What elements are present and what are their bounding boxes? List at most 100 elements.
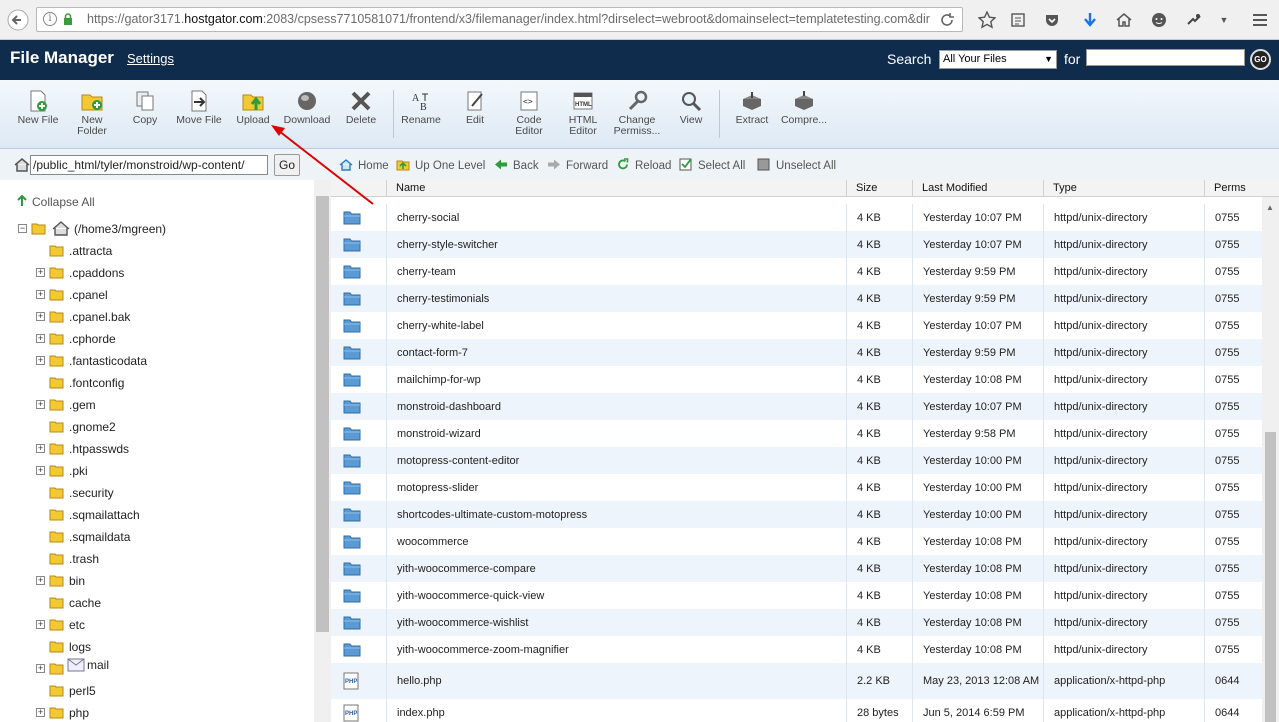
upload-button[interactable]: Upload — [227, 88, 279, 126]
table-row[interactable]: yith-woocommerce-quick-view 4 KB Yesterday… — [331, 582, 1262, 609]
table-row[interactable]: cherry-testimonials 4 KB Yesterday 9:59 PM… — [331, 285, 1262, 312]
menu-hamburger-icon[interactable] — [1248, 8, 1272, 32]
expand-toggle-icon[interactable]: + — [36, 620, 45, 629]
copy-button[interactable]: Copy — [119, 88, 171, 126]
file-name-cell[interactable]: yith-woocommerce-zoom-magnifier — [387, 636, 847, 663]
expand-toggle-icon[interactable]: + — [36, 290, 45, 299]
table-row[interactable]: contact-form-7 4 KB Yesterday 9:59 PM httpd… — [331, 339, 1262, 366]
download-arrow-icon[interactable] — [1078, 8, 1102, 32]
path-go-button[interactable]: Go — [274, 154, 300, 176]
move-file-button[interactable]: Move File — [173, 88, 225, 126]
edit-button[interactable]: Edit — [449, 88, 501, 126]
table-row[interactable]: monstroid-wizard 4 KB Yesterday 9:58 PM htt… — [331, 420, 1262, 447]
expand-toggle-icon[interactable]: + — [36, 444, 45, 453]
view-button[interactable]: View — [665, 88, 717, 126]
col-type-header[interactable]: Type — [1044, 180, 1205, 197]
col-name-header[interactable]: Name — [387, 180, 847, 197]
new-file-button[interactable]: New File — [12, 88, 64, 126]
html-editor-button[interactable]: HTML HTML Editor — [557, 88, 609, 137]
search-scope-select[interactable]: All Your Files ▼ — [939, 50, 1057, 69]
file-name-cell[interactable]: yith-woocommerce-compare — [387, 555, 847, 582]
file-name-cell[interactable]: index.php — [387, 699, 847, 722]
table-row[interactable]: PHP hello.php 2.2 KB May 23, 2013 12:08 AM a… — [331, 663, 1262, 699]
col-modified-header[interactable]: Last Modified — [913, 180, 1044, 197]
file-name-cell[interactable]: shortcodes-ultimate-custom-motopress — [387, 501, 847, 528]
file-name-cell[interactable]: cherry-style-switcher — [387, 231, 847, 258]
file-name-cell[interactable]: yith-woocommerce-quick-view — [387, 582, 847, 609]
file-name-cell[interactable]: monstroid-dashboard — [387, 393, 847, 420]
chat-icon[interactable] — [1147, 8, 1171, 32]
bookmark-star-icon[interactable] — [975, 8, 999, 32]
table-row[interactable]: cherry-social 4 KB Yesterday 10:07 PM httpd… — [331, 204, 1262, 231]
table-row[interactable]: PHP index.php 28 bytes Jun 5, 2014 6:59 PM a… — [331, 699, 1262, 722]
file-name-cell[interactable]: woocommerce — [387, 528, 847, 555]
file-name-cell[interactable]: cherry-white-label — [387, 312, 847, 339]
file-name-cell[interactable]: mailchimp-for-wp — [387, 366, 847, 393]
table-row[interactable]: shortcodes-ultimate-custom-motopress 4 KB… — [331, 501, 1262, 528]
table-row[interactable]: cherry-team 4 KB Yesterday 9:59 PM httpd/un… — [331, 258, 1262, 285]
file-name-cell[interactable]: monstroid-wizard — [387, 420, 847, 447]
code-editor-button[interactable]: <> Code Editor — [503, 88, 555, 137]
extract-button[interactable]: Extract — [726, 88, 778, 126]
table-row[interactable]: yith-woocommerce-wishlist 4 KB Yesterday 1… — [331, 609, 1262, 636]
table-row[interactable]: yith-woocommerce-compare 4 KB Yesterday 10… — [331, 555, 1262, 582]
tree-scrollbar-thumb[interactable] — [316, 196, 329, 632]
file-name-cell[interactable]: motopress-slider — [387, 474, 847, 501]
scroll-up-icon[interactable]: ▲ — [1266, 203, 1274, 212]
grid-scrollbar[interactable]: ▲ — [1262, 197, 1279, 722]
nav-back-button[interactable]: Back — [494, 158, 539, 172]
nav-home-button[interactable]: Home — [339, 158, 389, 172]
grid-scrollbar-thumb[interactable] — [1265, 432, 1276, 722]
collapse-toggle-icon[interactable]: − — [18, 224, 27, 233]
expand-toggle-icon[interactable]: + — [36, 466, 45, 475]
address-bar[interactable]: i https://gator3171.hostgator.com:2083/c… — [36, 7, 963, 32]
expand-toggle-icon[interactable]: + — [36, 708, 45, 717]
search-input[interactable] — [1086, 49, 1245, 66]
col-size-header[interactable]: Size — [847, 180, 913, 197]
table-row[interactable]: mailchimp-for-wp 4 KB Yesterday 10:08 PM ht… — [331, 366, 1262, 393]
reading-list-icon[interactable] — [1006, 8, 1030, 32]
rename-button[interactable]: AB Rename — [395, 88, 447, 126]
file-name-cell[interactable]: cherry-testimonials — [387, 285, 847, 312]
table-row[interactable]: cherry-style-switcher 4 KB Yesterday 10:07… — [331, 231, 1262, 258]
table-row[interactable]: motopress-content-editor 4 KB Yesterday 10… — [331, 447, 1262, 474]
new-folder-button[interactable]: New Folder — [66, 88, 118, 137]
path-input[interactable]: /public_html/tyler/monstroid/wp-content/ — [30, 155, 268, 175]
file-name-cell[interactable]: yith-woocommerce-wishlist — [387, 609, 847, 636]
expand-toggle-icon[interactable]: + — [36, 356, 45, 365]
table-row[interactable]: cherry-white-label 4 KB Yesterday 10:07 PM… — [331, 312, 1262, 339]
extension-icon[interactable] — [1182, 8, 1206, 32]
file-name-cell[interactable]: cherry-team — [387, 258, 847, 285]
settings-link[interactable]: Settings — [127, 51, 174, 66]
reload-browser-icon[interactable] — [935, 8, 959, 32]
info-icon[interactable]: i — [43, 12, 57, 26]
download-button[interactable]: Download — [281, 88, 333, 126]
nav-forward-button[interactable]: Forward — [547, 158, 608, 172]
expand-toggle-icon[interactable]: + — [36, 334, 45, 343]
col-perms-header[interactable]: Perms — [1205, 180, 1279, 197]
expand-toggle-icon[interactable]: + — [36, 268, 45, 277]
dropdown-icon[interactable]: ▼ — [1212, 8, 1236, 32]
table-row[interactable]: woocommerce 4 KB Yesterday 10:08 PM httpd/u… — [331, 528, 1262, 555]
expand-toggle-icon[interactable]: + — [36, 576, 45, 585]
change-permissions-button[interactable]: Change Permiss... — [611, 88, 663, 137]
expand-toggle-icon[interactable]: + — [36, 312, 45, 321]
nav-unselect-all-button[interactable]: Unselect All — [757, 158, 836, 172]
nav-reload-button[interactable]: Reload — [616, 158, 671, 172]
table-row[interactable]: yith-woocommerce-zoom-magnifier 4 KB Yeste… — [331, 636, 1262, 663]
back-arrow-icon[interactable] — [6, 8, 30, 32]
table-row[interactable]: monstroid-dashboard 4 KB Yesterday 10:07 P… — [331, 393, 1262, 420]
home-icon[interactable] — [1112, 8, 1136, 32]
expand-toggle-icon[interactable]: + — [36, 400, 45, 409]
file-name-cell[interactable]: hello.php — [387, 663, 847, 699]
collapse-all-button[interactable]: Collapse All — [16, 193, 95, 211]
tree-scrollbar[interactable] — [314, 180, 331, 722]
nav-up-button[interactable]: Up One Level — [396, 158, 485, 172]
expand-toggle-icon[interactable]: + — [36, 664, 45, 673]
file-name-cell[interactable]: contact-form-7 — [387, 339, 847, 366]
table-row[interactable]: motopress-slider 4 KB Yesterday 10:00 PM ht… — [331, 474, 1262, 501]
delete-button[interactable]: Delete — [335, 88, 387, 126]
file-name-cell[interactable]: motopress-content-editor — [387, 447, 847, 474]
pocket-icon[interactable] — [1040, 8, 1064, 32]
search-go-button[interactable]: GO — [1250, 49, 1271, 70]
